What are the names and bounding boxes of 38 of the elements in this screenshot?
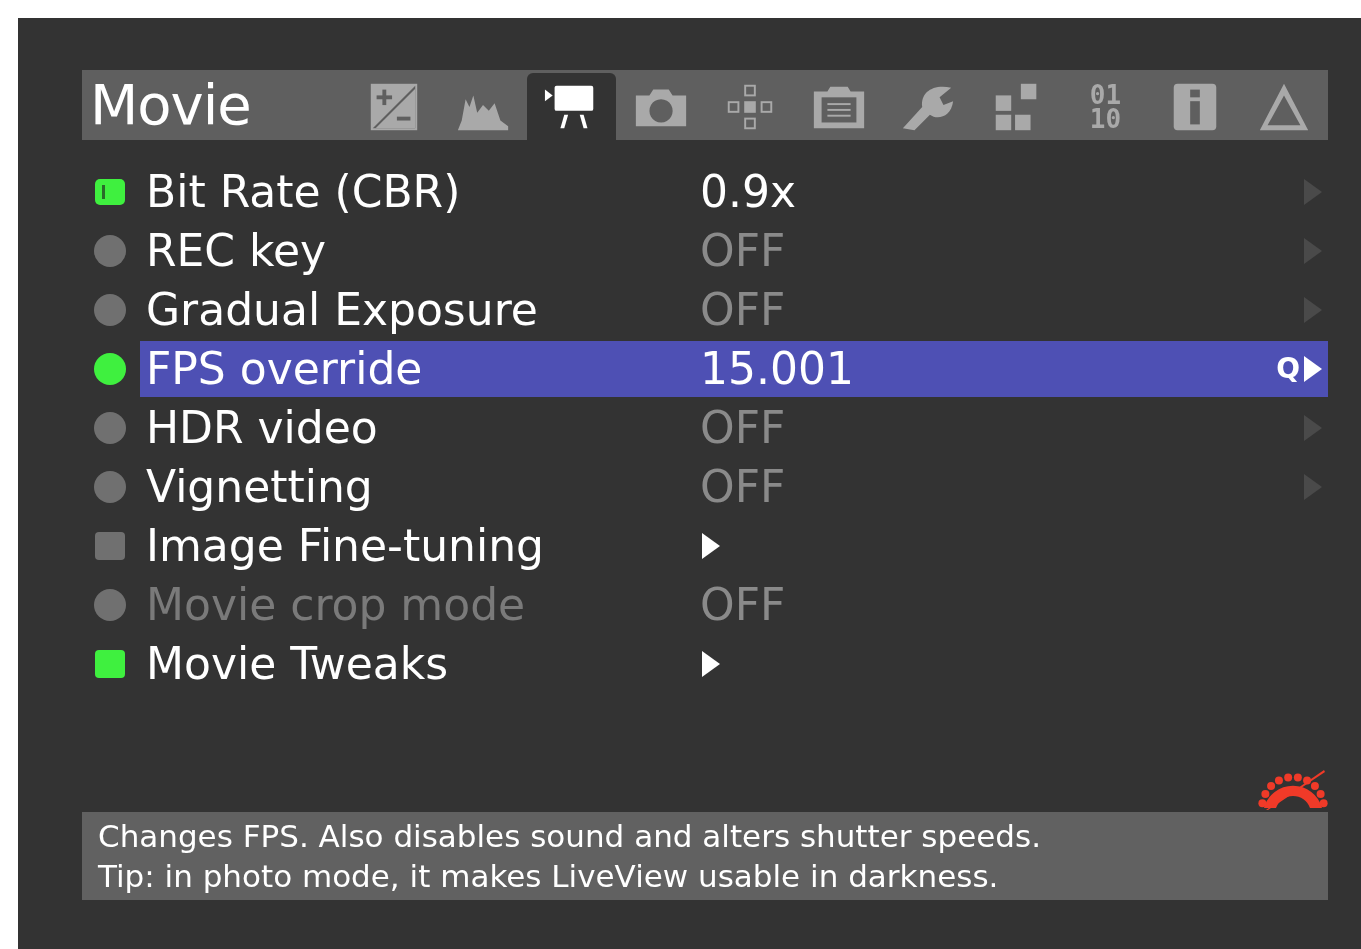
item-value: OFF — [700, 579, 787, 630]
menu-item[interactable]: HDR video OFF — [140, 399, 1328, 456]
menu-title: Movie — [89, 71, 252, 139]
item-value: 15.001 — [700, 343, 855, 394]
item-value: 0.9x — [700, 166, 797, 217]
item-label: REC key — [146, 225, 328, 276]
menu-item[interactable]: Image Fine-tuning — [140, 517, 1328, 574]
arrow-icon — [1302, 294, 1324, 325]
help-text: Tip: in photo mode, it makes LiveView usable in darkness. — [98, 857, 1000, 896]
item-label: Vignetting — [146, 461, 374, 512]
item-value: OFF — [700, 225, 787, 276]
binary-digits-icon: 01 10 — [1089, 82, 1122, 131]
item-value: OFF — [700, 461, 787, 512]
menu-item[interactable]: Movie Tweaks — [140, 635, 1328, 692]
menu-item[interactable]: Gradual Exposure OFF — [140, 281, 1328, 338]
arrow-icon — [1302, 412, 1324, 443]
arrow-icon — [1302, 235, 1324, 266]
menu-item[interactable]: FPS override 15.001 Q — [140, 340, 1328, 397]
item-value: OFF — [700, 402, 787, 453]
item-label: Movie Tweaks — [146, 638, 450, 689]
arrow-icon — [1302, 471, 1324, 502]
item-label: Gradual Exposure — [146, 284, 539, 335]
item-label: Movie crop mode — [146, 579, 527, 630]
menu-tab[interactable] — [527, 73, 616, 140]
submenu-arrow-icon — [700, 648, 722, 679]
quick-key-label: Q — [1276, 352, 1300, 385]
menu-item[interactable]: Vignetting OFF — [140, 458, 1328, 515]
item-label: HDR video — [146, 402, 379, 453]
menu-item[interactable]: REC key OFF — [140, 222, 1328, 279]
item-label: FPS override — [146, 343, 424, 394]
arrow-icon — [1302, 353, 1324, 384]
arrow-icon — [1302, 176, 1324, 207]
submenu-arrow-icon — [700, 530, 722, 561]
help-text: Changes FPS. Also disables sound and alters shutter speeds. — [98, 817, 1042, 856]
item-label: Bit Rate (CBR) — [146, 166, 462, 217]
item-label: Image Fine-tuning — [146, 520, 546, 571]
item-value: OFF — [700, 284, 787, 335]
menu-item[interactable]: Bit Rate (CBR) 0.9x — [140, 163, 1328, 220]
